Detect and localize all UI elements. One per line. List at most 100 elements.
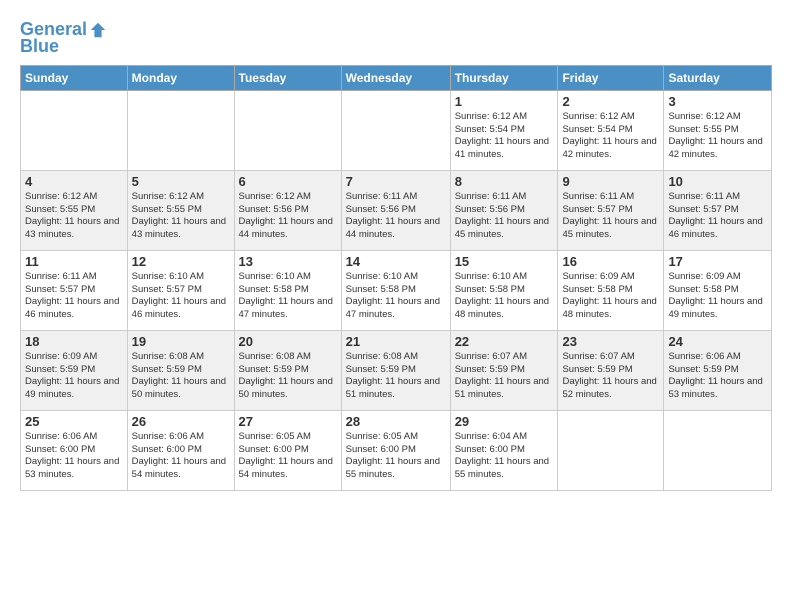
day-info: Sunrise: 6:12 AM Sunset: 5:55 PM Dayligh… (668, 111, 767, 162)
day-number: 22 (455, 334, 554, 349)
header-wednesday: Wednesday (341, 65, 450, 90)
day-number: 29 (455, 414, 554, 429)
day-info: Sunrise: 6:09 AM Sunset: 5:58 PM Dayligh… (562, 271, 659, 322)
calendar-cell: 24 Sunrise: 6:06 AM Sunset: 5:59 PM Dayli… (664, 330, 772, 410)
day-number: 1 (455, 94, 554, 109)
day-number: 28 (346, 414, 446, 429)
day-number: 14 (346, 254, 446, 269)
day-number: 27 (239, 414, 337, 429)
day-number: 3 (668, 94, 767, 109)
calendar-cell: 16 Sunrise: 6:09 AM Sunset: 5:58 PM Dayli… (558, 250, 664, 330)
day-info: Sunrise: 6:09 AM Sunset: 5:59 PM Dayligh… (25, 351, 123, 402)
calendar-cell: 29 Sunrise: 6:04 AM Sunset: 6:00 PM Dayli… (450, 410, 558, 490)
page-header: General Blue (20, 20, 772, 57)
calendar-cell: 6 Sunrise: 6:12 AM Sunset: 5:56 PM Daylig… (234, 170, 341, 250)
calendar-week-row: 1 Sunrise: 6:12 AM Sunset: 5:54 PM Daylig… (21, 90, 772, 170)
day-number: 24 (668, 334, 767, 349)
day-number: 25 (25, 414, 123, 429)
calendar-cell: 4Sunrise: 6:12 AM Sunset: 5:55 PM Daylig… (21, 170, 128, 250)
calendar-cell: 17 Sunrise: 6:09 AM Sunset: 5:58 PM Dayli… (664, 250, 772, 330)
day-number: 7 (346, 174, 446, 189)
header-sunday: Sunday (21, 65, 128, 90)
logo: General Blue (20, 20, 107, 57)
day-info: Sunrise: 6:05 AM Sunset: 6:00 PM Dayligh… (239, 431, 337, 482)
header-friday: Friday (558, 65, 664, 90)
day-info: Sunrise: 6:04 AM Sunset: 6:00 PM Dayligh… (455, 431, 554, 482)
calendar-cell: 7 Sunrise: 6:11 AM Sunset: 5:56 PM Daylig… (341, 170, 450, 250)
day-number: 5 (132, 174, 230, 189)
day-number: 17 (668, 254, 767, 269)
day-number: 8 (455, 174, 554, 189)
day-number: 16 (562, 254, 659, 269)
day-number: 19 (132, 334, 230, 349)
day-number: 18 (25, 334, 123, 349)
day-info: Sunrise: 6:05 AM Sunset: 6:00 PM Dayligh… (346, 431, 446, 482)
day-info: Sunrise: 6:09 AM Sunset: 5:58 PM Dayligh… (668, 271, 767, 322)
calendar-cell: 1Sunrise: 6:12 AM Sunset: 5:54 PM Daylig… (450, 90, 558, 170)
calendar-cell: 26 Sunrise: 6:06 AM Sunset: 6:00 PM Dayli… (127, 410, 234, 490)
day-info: Sunrise: 6:12 AM Sunset: 5:56 PM Dayligh… (239, 191, 337, 242)
day-info: Sunrise: 6:08 AM Sunset: 5:59 PM Dayligh… (346, 351, 446, 402)
day-info: Sunrise: 6:07 AM Sunset: 5:59 PM Dayligh… (562, 351, 659, 402)
day-info: Sunrise: 6:11 AM Sunset: 5:56 PM Dayligh… (346, 191, 446, 242)
calendar-cell: 18 Sunrise: 6:09 AM Sunset: 5:59 PM Dayli… (21, 330, 128, 410)
day-info: Sunrise: 6:06 AM Sunset: 6:00 PM Dayligh… (132, 431, 230, 482)
calendar-cell: 3 Sunrise: 6:12 AM Sunset: 5:55 PM Daylig… (664, 90, 772, 170)
day-info: Sunrise: 6:08 AM Sunset: 5:59 PM Dayligh… (239, 351, 337, 402)
calendar-week-row: 4 Sunrise: 6:12 AM Sunset: 5:55 PM Daylig… (21, 170, 772, 250)
day-number: 15 (455, 254, 554, 269)
day-info: Sunrise: 6:07 AM Sunset: 5:59 PM Dayligh… (455, 351, 554, 402)
calendar-header-row: SundayMondayTuesdayWednesdayThursdayFrid… (21, 65, 772, 90)
calendar-cell: 2 Sunrise: 6:12 AM Sunset: 5:54 PM Daylig… (558, 90, 664, 170)
day-info: Sunrise: 6:06 AM Sunset: 5:59 PM Dayligh… (668, 351, 767, 402)
day-info: Sunrise: 6:06 AM Sunset: 6:00 PM Dayligh… (25, 431, 123, 482)
day-info: Sunrise: 6:11 AM Sunset: 5:57 PM Dayligh… (562, 191, 659, 242)
day-info: Sunrise: 6:11 AM Sunset: 5:57 PM Dayligh… (25, 271, 123, 322)
day-number: 13 (239, 254, 337, 269)
calendar-cell: 27 Sunrise: 6:05 AM Sunset: 6:00 PM Dayli… (234, 410, 341, 490)
calendar-cell (21, 90, 128, 170)
calendar-cell: 23Sunrise: 6:07 AM Sunset: 5:59 PM Dayli… (558, 330, 664, 410)
day-number: 2 (562, 94, 659, 109)
day-number: 21 (346, 334, 446, 349)
day-info: Sunrise: 6:10 AM Sunset: 5:58 PM Dayligh… (346, 271, 446, 322)
calendar-cell: 19Sunrise: 6:08 AM Sunset: 5:59 PM Dayli… (127, 330, 234, 410)
calendar-cell: 10 Sunrise: 6:11 AM Sunset: 5:57 PM Dayli… (664, 170, 772, 250)
day-number: 9 (562, 174, 659, 189)
calendar-cell: 25 Sunrise: 6:06 AM Sunset: 6:00 PM Dayli… (21, 410, 128, 490)
calendar-cell: 8 Sunrise: 6:11 AM Sunset: 5:56 PM Daylig… (450, 170, 558, 250)
day-number: 11 (25, 254, 123, 269)
day-info: Sunrise: 6:11 AM Sunset: 5:56 PM Dayligh… (455, 191, 554, 242)
calendar-week-row: 11 Sunrise: 6:11 AM Sunset: 5:57 PM Dayli… (21, 250, 772, 330)
header-thursday: Thursday (450, 65, 558, 90)
calendar-cell: 15 Sunrise: 6:10 AM Sunset: 5:58 PM Dayli… (450, 250, 558, 330)
day-info: Sunrise: 6:10 AM Sunset: 5:57 PM Dayligh… (132, 271, 230, 322)
calendar-cell: 5 Sunrise: 6:12 AM Sunset: 5:55 PM Daylig… (127, 170, 234, 250)
calendar-cell (341, 90, 450, 170)
day-info: Sunrise: 6:11 AM Sunset: 5:57 PM Dayligh… (668, 191, 767, 242)
header-monday: Monday (127, 65, 234, 90)
logo-icon (89, 21, 107, 39)
calendar-cell (664, 410, 772, 490)
calendar-table: SundayMondayTuesdayWednesdayThursdayFrid… (20, 65, 772, 491)
calendar-cell (558, 410, 664, 490)
calendar-week-row: 18 Sunrise: 6:09 AM Sunset: 5:59 PM Dayli… (21, 330, 772, 410)
calendar-cell: 14 Sunrise: 6:10 AM Sunset: 5:58 PM Dayli… (341, 250, 450, 330)
day-info: Sunrise: 6:12 AM Sunset: 5:55 PM Dayligh… (132, 191, 230, 242)
day-number: 12 (132, 254, 230, 269)
calendar-cell: 22 Sunrise: 6:07 AM Sunset: 5:59 PM Dayli… (450, 330, 558, 410)
day-number: 6 (239, 174, 337, 189)
day-number: 10 (668, 174, 767, 189)
calendar-cell: 9 Sunrise: 6:11 AM Sunset: 5:57 PM Daylig… (558, 170, 664, 250)
calendar-cell: 20Sunrise: 6:08 AM Sunset: 5:59 PM Dayli… (234, 330, 341, 410)
day-info: Sunrise: 6:12 AM Sunset: 5:54 PM Dayligh… (562, 111, 659, 162)
calendar-cell (127, 90, 234, 170)
header-saturday: Saturday (664, 65, 772, 90)
day-info: Sunrise: 6:10 AM Sunset: 5:58 PM Dayligh… (455, 271, 554, 322)
day-number: 4 (25, 174, 123, 189)
calendar-week-row: 25 Sunrise: 6:06 AM Sunset: 6:00 PM Dayli… (21, 410, 772, 490)
day-info: Sunrise: 6:10 AM Sunset: 5:58 PM Dayligh… (239, 271, 337, 322)
calendar-cell: 12 Sunrise: 6:10 AM Sunset: 5:57 PM Dayli… (127, 250, 234, 330)
calendar-cell: 28 Sunrise: 6:05 AM Sunset: 6:00 PM Dayli… (341, 410, 450, 490)
day-number: 26 (132, 414, 230, 429)
